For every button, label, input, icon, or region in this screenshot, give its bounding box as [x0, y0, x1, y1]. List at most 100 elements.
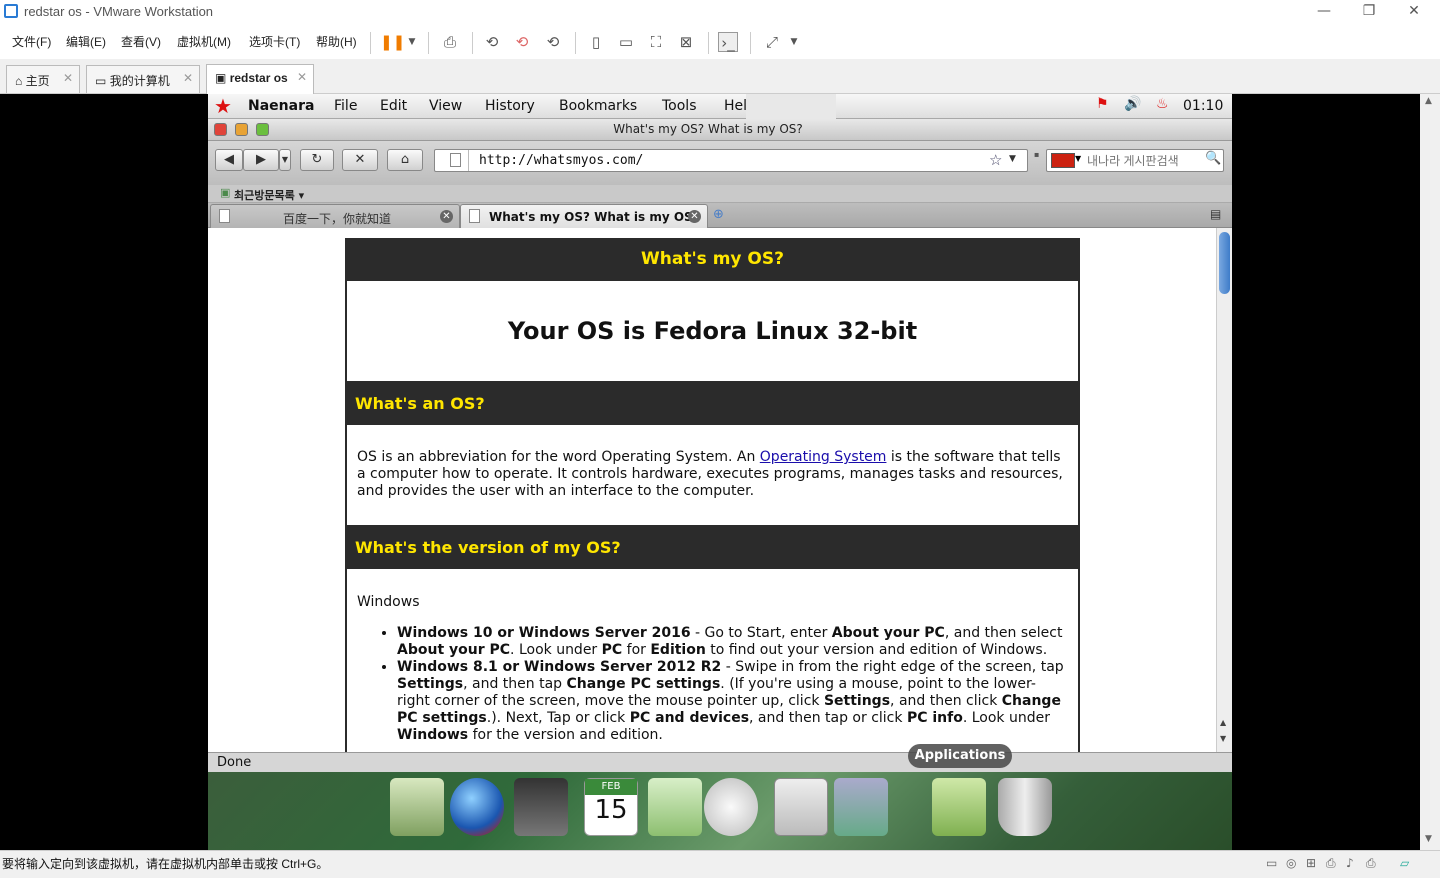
search-icon[interactable]: 🔍: [1205, 151, 1221, 166]
stretch-icon[interactable]: ⤢: [762, 32, 782, 52]
section-version-title: What's the version of my OS?: [345, 527, 1080, 569]
close-tab-icon[interactable]: ✕: [440, 210, 453, 223]
menu-file[interactable]: 文件(F): [12, 33, 51, 50]
app-name[interactable]: Naenara: [248, 98, 314, 114]
menu-tools[interactable]: Tools: [662, 98, 697, 114]
menu-bookmarks[interactable]: Bookmarks: [559, 98, 637, 114]
calendar-month: FEB: [585, 779, 637, 795]
console-view-icon[interactable]: ▭: [616, 32, 636, 52]
contacts-icon[interactable]: [648, 778, 702, 836]
url-bar[interactable]: ☆ ▼: [434, 149, 1028, 172]
tab-home[interactable]: ⌂ 主页 ✕: [6, 65, 80, 93]
magnifier-icon[interactable]: [704, 778, 758, 836]
reload-button[interactable]: ↻: [300, 149, 334, 171]
menu-view[interactable]: View: [429, 98, 462, 114]
menu-vm[interactable]: 虚拟机(M): [177, 33, 231, 50]
search-input[interactable]: [1087, 152, 1205, 170]
printer-icon[interactable]: ⎙: [1366, 856, 1382, 870]
scroll-thumb[interactable]: [1219, 232, 1230, 294]
search-box[interactable]: ▼ 🔍: [1046, 149, 1224, 172]
web-content[interactable]: What's my OS? Your OS is Fedora Linux 32…: [208, 228, 1216, 752]
menu-view[interactable]: 查看(V): [121, 33, 161, 50]
fullscreen-icon[interactable]: ⛶: [646, 32, 666, 52]
tab-baidu[interactable]: 百度一下，你就知道 ✕: [210, 204, 460, 228]
history-dropdown-button[interactable]: ▼: [279, 149, 291, 171]
close-icon[interactable]: ✕: [183, 71, 193, 85]
tab-my-computer[interactable]: ▭ 我的计算机 ✕: [86, 65, 200, 93]
menu-help[interactable]: Hel: [724, 98, 747, 114]
network-icon[interactable]: ⊞: [1306, 856, 1322, 870]
snapshot-icon[interactable]: ⟲: [482, 32, 502, 52]
home-button[interactable]: ⌂: [387, 149, 423, 171]
applications-icon[interactable]: [932, 778, 986, 836]
forward-button[interactable]: ▶: [243, 149, 279, 171]
calculator-icon[interactable]: [774, 778, 828, 836]
chevron-down-icon[interactable]: ▼: [784, 32, 804, 52]
chevron-down-icon[interactable]: ▼: [1075, 154, 1081, 163]
revert-snapshot-icon[interactable]: ⟲: [512, 32, 532, 52]
close-icon[interactable]: ✕: [297, 70, 307, 84]
bookmark-star-icon[interactable]: ☆: [989, 151, 1002, 169]
tab-list-icon[interactable]: ▤: [1210, 207, 1221, 221]
movie-clapper-icon[interactable]: [514, 778, 568, 836]
guest-menubar: ★ Naenara File Edit View History Bookmar…: [208, 94, 1232, 119]
scroll-up-icon[interactable]: ▲: [1425, 96, 1432, 106]
toolbar-separator: [472, 32, 473, 54]
browser-status-bar: Done: [208, 752, 1232, 772]
menu-edit[interactable]: Edit: [380, 98, 407, 114]
menu-edit[interactable]: 编辑(E): [66, 33, 106, 50]
close-icon[interactable]: ✕: [63, 71, 73, 85]
section-what-is-os-title: What's an OS?: [345, 383, 1080, 425]
sidebar-toggle-icon[interactable]: ▯: [586, 32, 606, 52]
usb-icon[interactable]: ⎙: [1326, 856, 1342, 870]
recent-visits-menu[interactable]: 최근방문목록 ▾: [234, 187, 304, 203]
menu-tabs[interactable]: 选项卡(T): [249, 33, 300, 50]
terminal-icon[interactable]: ›_: [718, 32, 738, 52]
send-keys-icon[interactable]: ⎙: [440, 32, 460, 52]
scroll-up-icon[interactable]: ▲: [1220, 718, 1226, 727]
calendar-icon[interactable]: FEB 15: [584, 778, 638, 836]
stop-button[interactable]: ✕: [342, 149, 378, 171]
search-engine-icon[interactable]: [1051, 153, 1075, 168]
sound-icon[interactable]: ♪: [1346, 856, 1362, 870]
windows-subtitle: Windows: [357, 594, 420, 610]
tab-whatsmyos[interactable]: What's my OS? What is my OS? ✕: [460, 204, 708, 228]
guest-desktop[interactable]: ★ Naenara File Edit View History Bookmar…: [208, 94, 1232, 850]
chevron-down-icon[interactable]: ▼: [1009, 154, 1016, 164]
url-input[interactable]: [479, 151, 939, 170]
restore-button[interactable]: ❐: [1349, 2, 1389, 22]
new-tab-icon[interactable]: ⊕: [713, 207, 724, 222]
message-icon[interactable]: ▱: [1400, 856, 1416, 870]
fire-icon[interactable]: ♨: [1156, 96, 1169, 112]
page-scrollbar[interactable]: ▲ ▼: [1216, 228, 1232, 752]
unity-icon[interactable]: ⊠: [676, 32, 696, 52]
scroll-down-icon[interactable]: ▼: [1425, 834, 1432, 844]
menu-file[interactable]: File: [334, 98, 357, 114]
trash-icon[interactable]: [998, 778, 1052, 836]
scroll-down-icon[interactable]: ▼: [1220, 734, 1226, 743]
pause-icon[interactable]: ❚❚: [380, 32, 405, 52]
browser-globe-icon[interactable]: [450, 778, 504, 836]
tab-redstar-os[interactable]: ▣ redstar os ✕: [206, 64, 314, 94]
settings-tools-icon[interactable]: [834, 778, 888, 836]
operating-system-link[interactable]: Operating System: [760, 449, 887, 465]
tab-label: redstar os: [229, 71, 288, 85]
close-button[interactable]: ✕: [1394, 2, 1434, 22]
snapshot-manager-icon[interactable]: ⟲: [543, 32, 563, 52]
menu-history[interactable]: History: [485, 98, 535, 114]
notebook-icon[interactable]: [390, 778, 444, 836]
cd-rom-icon[interactable]: ◎: [1286, 856, 1302, 870]
flag-icon[interactable]: ⚑: [1096, 96, 1109, 112]
volume-icon[interactable]: 🔊: [1124, 96, 1141, 112]
vm-scrollbar[interactable]: ▲ ▼: [1420, 94, 1440, 850]
status-message: 要将输入定向到该虚拟机，请在虚拟机内部单击或按 Ctrl+G。: [2, 857, 329, 871]
red-star-icon[interactable]: ★: [214, 94, 232, 118]
os-description: OS is an abbreviation for the word Opera…: [357, 449, 1063, 499]
back-button[interactable]: ◀: [215, 149, 243, 171]
close-tab-icon[interactable]: ✕: [688, 210, 701, 223]
menu-help[interactable]: 帮助(H): [316, 33, 357, 50]
hard-disk-icon[interactable]: ▭: [1266, 856, 1282, 870]
vmware-tab-bar: ⌂ 主页 ✕ ▭ 我的计算机 ✕ ▣ redstar os ✕: [0, 59, 1440, 94]
chevron-down-icon[interactable]: ▼: [402, 32, 422, 52]
minimize-button[interactable]: —: [1304, 2, 1344, 22]
